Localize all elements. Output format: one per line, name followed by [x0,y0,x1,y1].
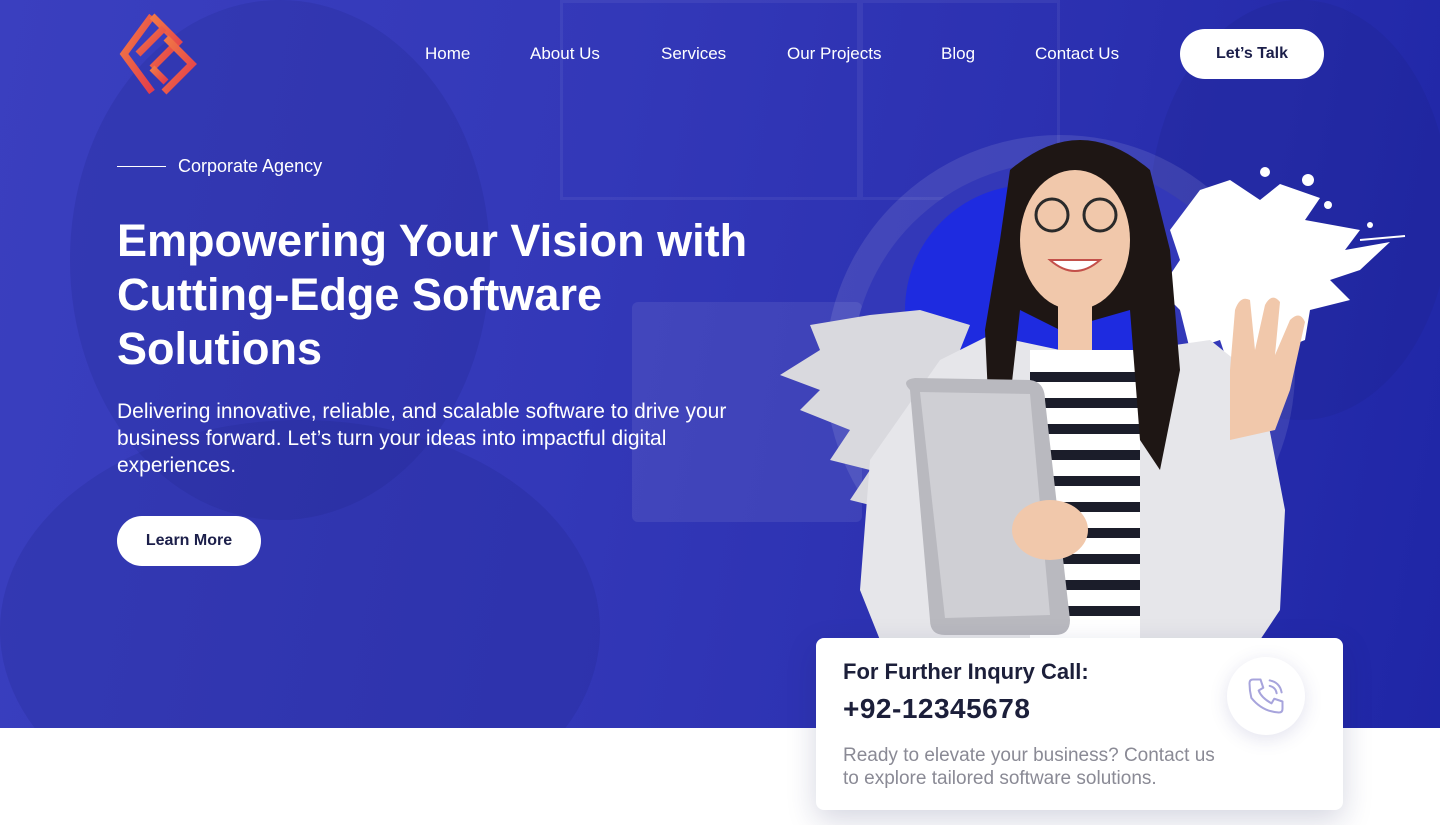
person-waving-hand [1230,297,1305,440]
eyebrow-line [117,166,166,167]
call-button[interactable] [1227,657,1305,735]
eyebrow: Corporate Agency [117,156,322,177]
paint-streak [1359,235,1406,241]
learn-more-button[interactable]: Learn More [117,516,261,566]
paint-drop [1324,201,1332,209]
hero-illustration [780,135,1406,640]
contact-card: For Further Inqury Call: +92-12345678 Re… [816,638,1343,810]
contact-card-title: For Further Inqury Call: [843,659,1089,684]
hero-section: Home About Us Services Our Projects Blog… [0,0,1440,728]
hero-headline: Empowering Your Vision with Cutting-Edge… [117,214,797,376]
contact-phone-number[interactable]: +92-12345678 [843,693,1030,725]
contact-card-description: Ready to elevate your business? Contact … [843,745,1215,789]
eyebrow-text: Corporate Agency [178,156,323,176]
paint-drop [1367,222,1373,228]
nav-about-us[interactable]: About Us [530,44,600,64]
person-neck [1058,305,1092,350]
headline-line: Solutions [117,323,322,374]
nav-contact-us[interactable]: Contact Us [1035,44,1119,64]
nav-our-projects[interactable]: Our Projects [787,44,881,64]
phone-icon [1248,678,1284,714]
paint-drop [1260,167,1270,177]
lets-talk-button[interactable]: Let’s Talk [1180,29,1324,79]
paint-drop [1302,174,1314,186]
nav-blog[interactable]: Blog [941,44,975,64]
headline-line: Empowering Your Vision with [117,215,748,266]
nav-home[interactable]: Home [425,44,470,64]
person-hand [1012,500,1088,560]
hero-subtext: Delivering innovative, reliable, and sca… [117,400,727,477]
person-face [1020,170,1130,310]
headline-line: Cutting-Edge Software [117,269,602,320]
nav-services[interactable]: Services [661,44,726,64]
